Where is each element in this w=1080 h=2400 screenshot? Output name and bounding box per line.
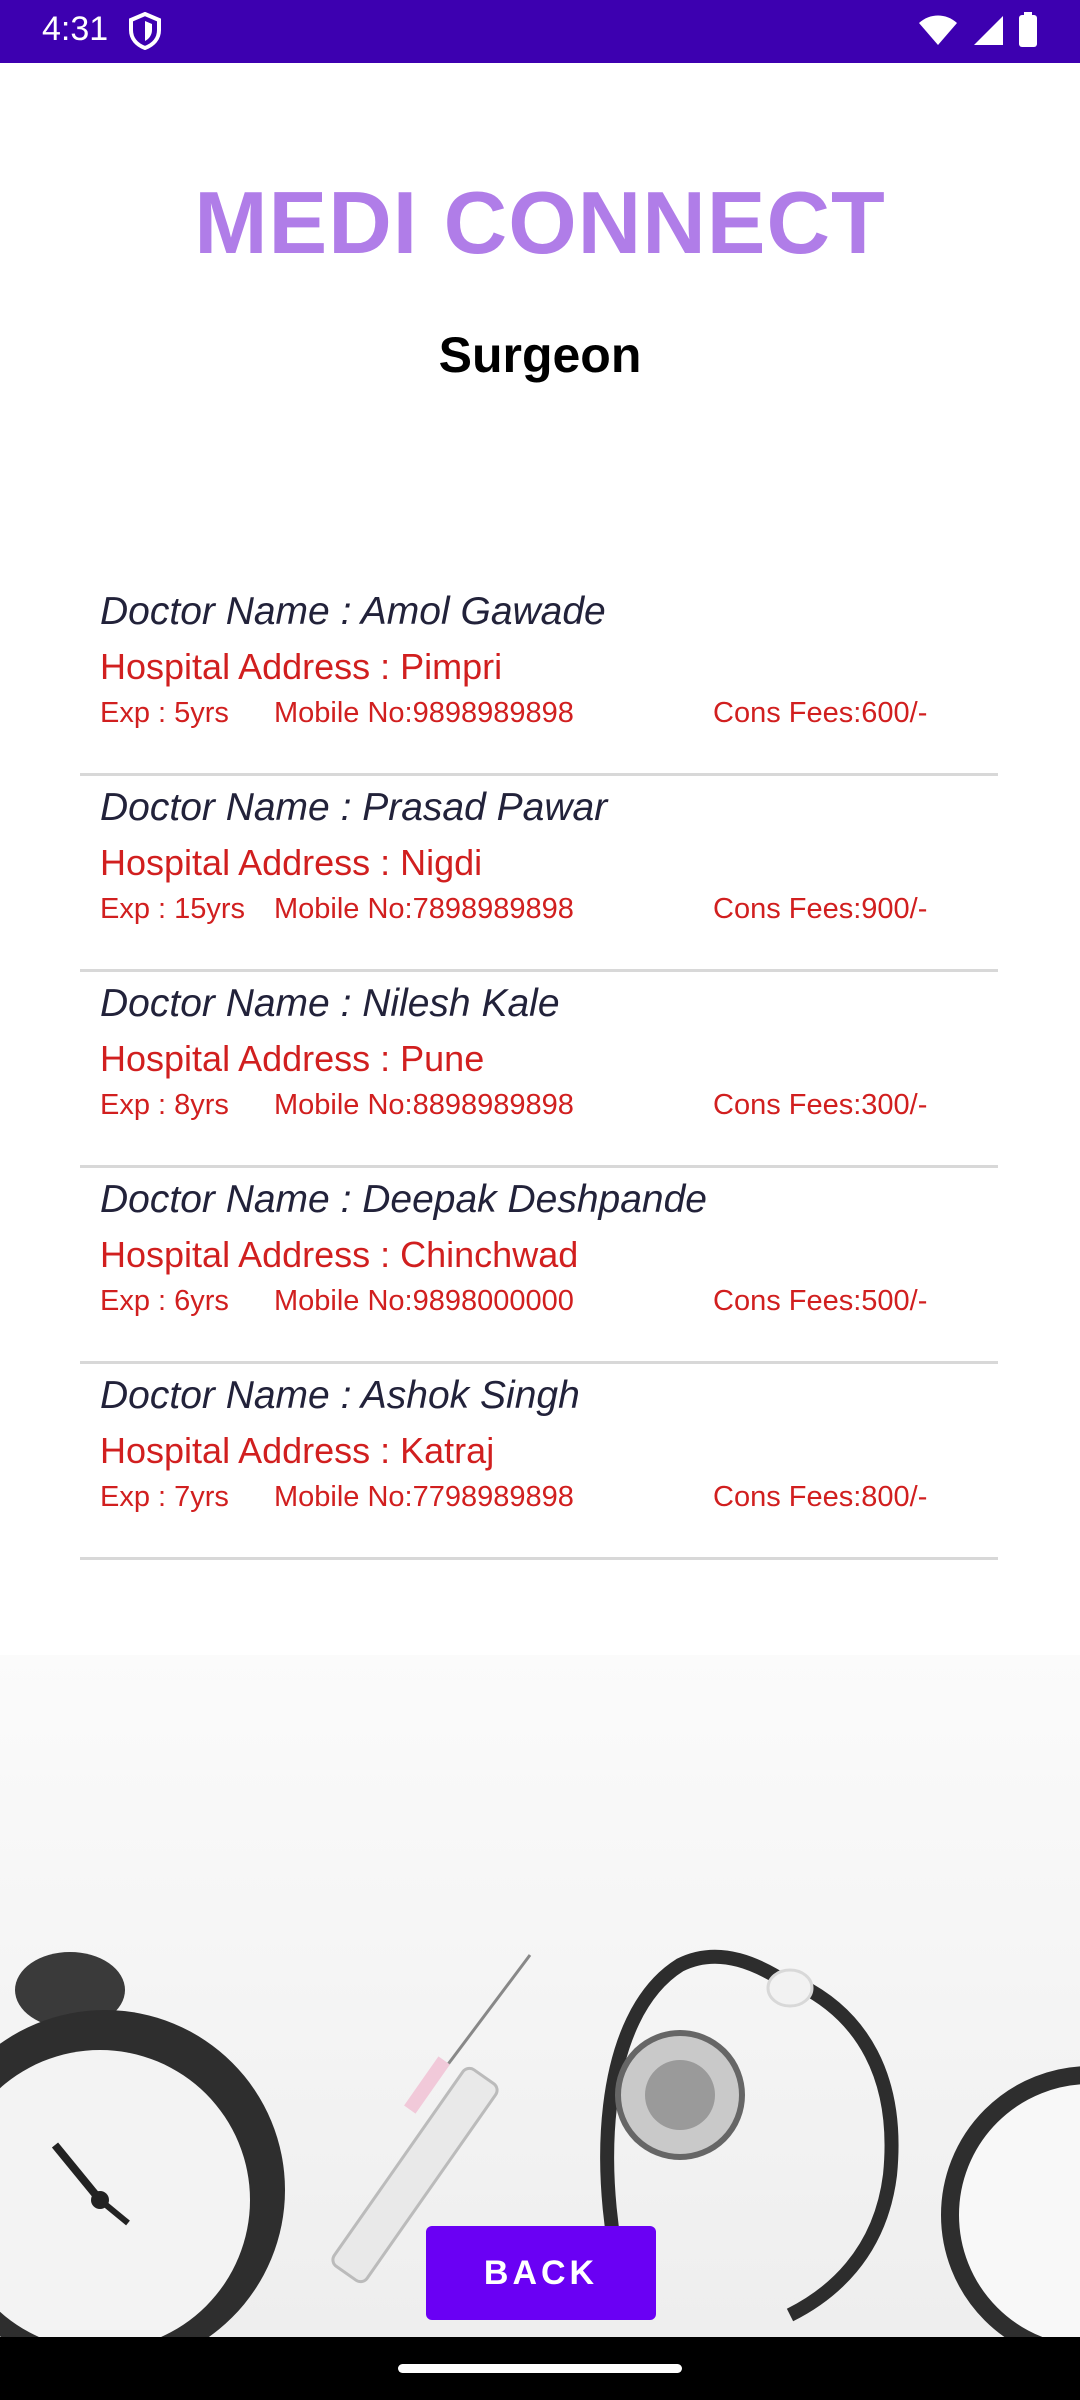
doctor-name: Doctor Name : Amol Gawade: [100, 590, 606, 633]
hospital-address: Hospital Address : Chinchwad: [100, 1234, 579, 1275]
doctor-list-item[interactable]: Doctor Name : Amol Gawade Hospital Addre…: [80, 580, 998, 776]
doctor-name: Doctor Name : Nilesh Kale: [100, 982, 560, 1025]
status-bar: 4:31: [0, 0, 1080, 63]
wifi-icon: [918, 14, 958, 51]
consultation-fees: Cons Fees:900/-: [713, 893, 928, 925]
doctor-experience: Exp : 5yrs: [100, 697, 229, 729]
status-icons: [918, 12, 1038, 53]
doctor-mobile: Mobile No:8898989898: [274, 1089, 574, 1121]
doctor-name: Doctor Name : Deepak Deshpande: [100, 1178, 707, 1221]
cellular-signal-icon: [972, 14, 1004, 51]
doctor-mobile: Mobile No:9898989898: [274, 697, 574, 729]
doctor-experience: Exp : 7yrs: [100, 1481, 229, 1513]
hospital-address: Hospital Address : Pune: [100, 1038, 485, 1079]
doctor-mobile: Mobile No:9898000000: [274, 1285, 574, 1317]
hospital-address: Hospital Address : Katraj: [100, 1430, 495, 1471]
specialty-title: Surgeon: [438, 327, 642, 383]
consultation-fees: Cons Fees:600/-: [713, 697, 928, 729]
hospital-address: Hospital Address : Pimpri: [100, 646, 503, 687]
consultation-fees: Cons Fees:500/-: [713, 1285, 928, 1317]
doctor-list-item[interactable]: Doctor Name : Ashok Singh Hospital Addre…: [80, 1364, 998, 1560]
doctor-experience: Exp : 15yrs: [100, 893, 246, 925]
home-gesture-handle[interactable]: [398, 2364, 682, 2373]
shield-icon: [128, 11, 162, 51]
doctor-name: Doctor Name : Ashok Singh: [100, 1374, 580, 1417]
consultation-fees: Cons Fees:800/-: [713, 1481, 928, 1513]
status-time: 4:31: [42, 10, 109, 48]
back-button[interactable]: BACK: [426, 2226, 656, 2320]
doctor-list-item[interactable]: Doctor Name : Prasad Pawar Hospital Addr…: [80, 776, 998, 972]
app-title: MEDI CONNECT: [194, 173, 886, 272]
hospital-address: Hospital Address : Nigdi: [100, 842, 483, 883]
doctor-experience: Exp : 8yrs: [100, 1089, 229, 1121]
consultation-fees: Cons Fees:300/-: [713, 1089, 928, 1121]
doctor-list-item[interactable]: Doctor Name : Nilesh Kale Hospital Addre…: [80, 972, 998, 1168]
doctor-mobile: Mobile No:7798989898: [274, 1481, 574, 1513]
battery-icon: [1018, 12, 1038, 53]
doctor-mobile: Mobile No:7898989898: [274, 893, 574, 925]
doctor-list-item[interactable]: Doctor Name : Deepak Deshpande Hospital …: [80, 1168, 998, 1364]
doctor-name: Doctor Name : Prasad Pawar: [100, 786, 608, 829]
doctor-experience: Exp : 6yrs: [100, 1285, 229, 1317]
doctor-list: Doctor Name : Amol Gawade Hospital Addre…: [80, 580, 998, 1560]
